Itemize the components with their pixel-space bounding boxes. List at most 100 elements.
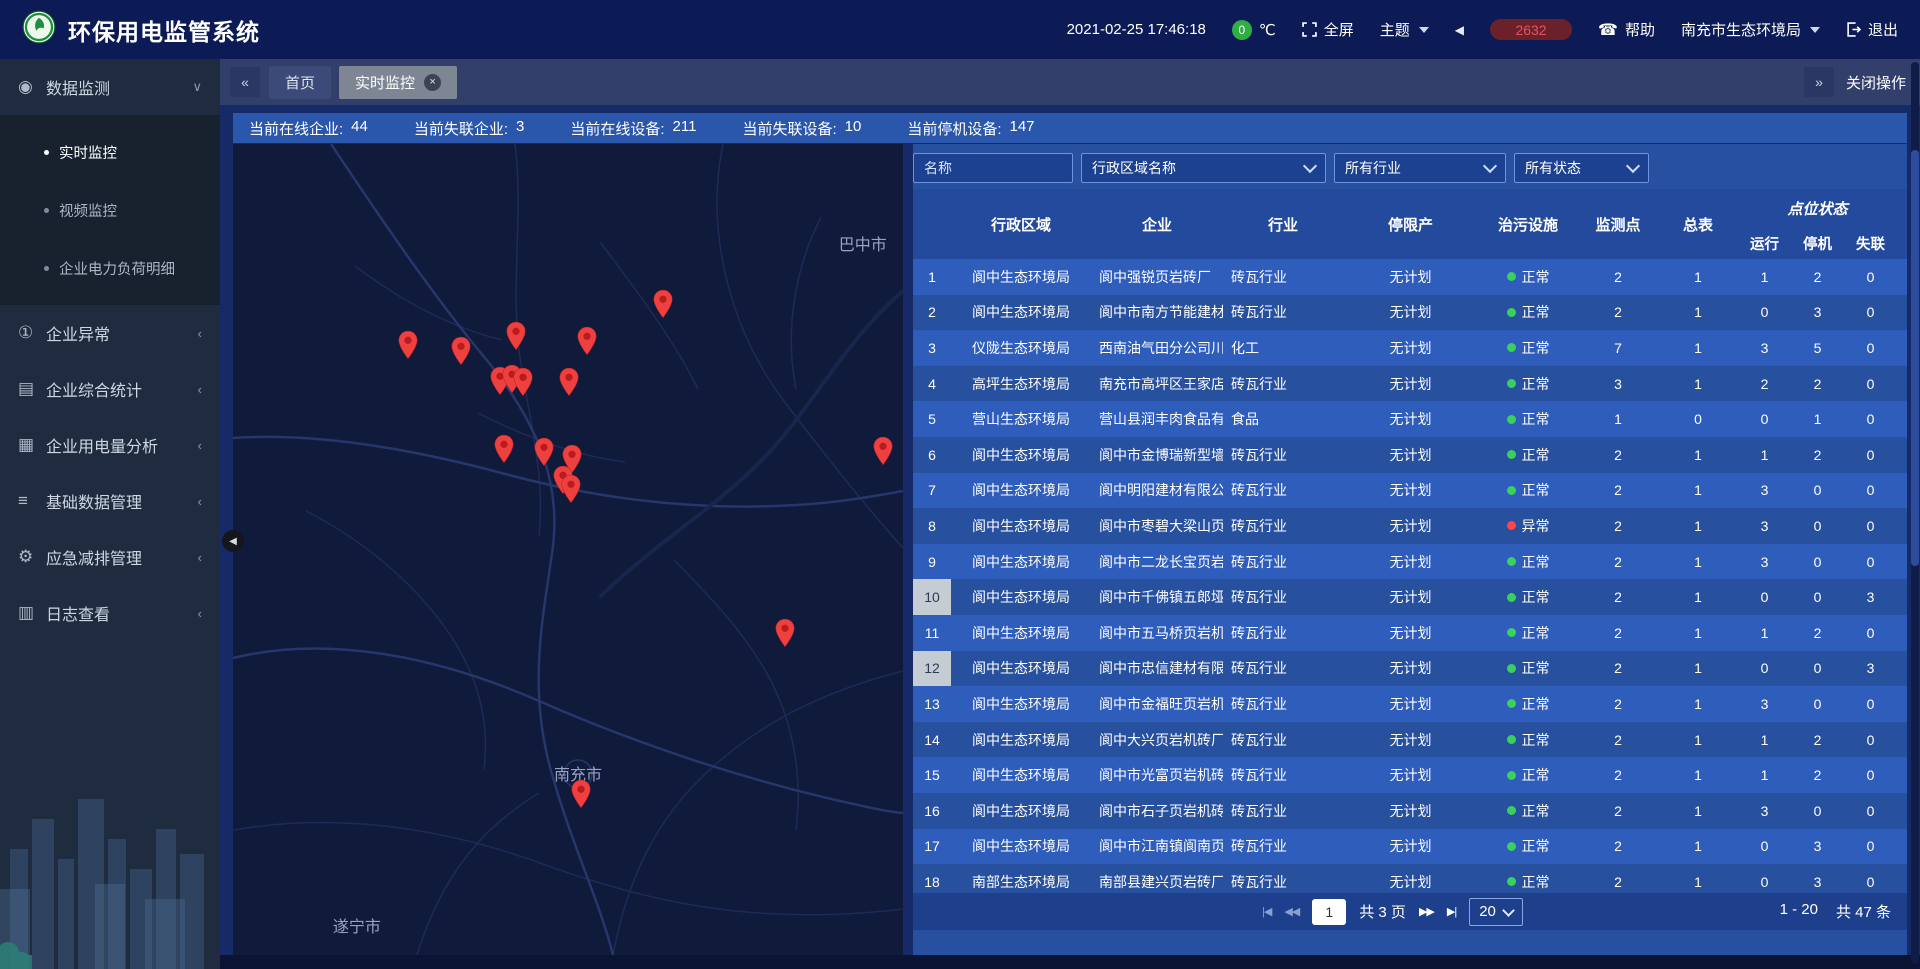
cell-filler [1897,829,1907,865]
sidebar-subitem-realtime-monitoring[interactable]: 实时监控 [0,123,220,181]
cell-lost: 0 [1844,401,1897,437]
map-pin-icon[interactable] [450,336,471,371]
report-icon: ▤ [18,379,46,399]
sidebar-item-enterprise-abnormal[interactable]: ①企业异常‹ [0,305,220,361]
sidebar-subitem-video-monitoring[interactable]: 视频监控 [0,181,220,239]
cell-stop: 0 [1791,473,1844,509]
tab-home[interactable]: 首页 [269,66,331,99]
stat-item: 当前在线设备:211 [570,118,696,139]
cell-lost: 0 [1844,793,1897,829]
tabs-scroll-right-button[interactable]: » [1804,67,1834,97]
table-row[interactable]: 11阆中生态环境局阆中市五马桥页岩机砖砖瓦行业无计划正常21120 [913,615,1907,651]
cell-company: 阆中市金福旺页岩机砖 [1091,686,1223,722]
name-filter-input[interactable] [913,153,1073,183]
table-row[interactable]: 8阆中生态环境局阆中市枣碧大梁山页岩砖瓦行业无计划异常21300 [913,508,1907,544]
cell-production: 无计划 [1343,686,1478,722]
table-row[interactable]: 17阆中生态环境局阆中市江南镇阆南页岩砖瓦行业无计划正常21030 [913,829,1907,865]
notification-badge[interactable]: 2632 [1490,19,1572,40]
page-size-select[interactable]: 20 [1469,898,1523,926]
map-pin-icon[interactable] [775,618,796,653]
industry-filter-select[interactable]: 所有行业 [1334,153,1506,183]
fullscreen-button[interactable]: 全屏 [1302,19,1354,40]
table-row[interactable]: 5营山生态环境局营山县润丰肉食品有限食品无计划正常10010 [913,401,1907,437]
next-page-button[interactable]: ▶▶ [1419,905,1434,918]
first-page-button[interactable]: |◀ [1262,905,1271,918]
cell-filler [1897,686,1907,722]
table-row[interactable]: 9阆中生态环境局阆中市二龙长宝页岩砖砖瓦行业无计划正常21300 [913,544,1907,580]
map-pin-icon[interactable] [397,330,418,365]
sidebar-item-enterprise-statistics[interactable]: ▤企业综合统计‹ [0,361,220,417]
map-pin-icon[interactable] [513,367,534,402]
cell-run: 1 [1738,722,1791,758]
table-row[interactable]: 18南部生态环境局南部县建兴页岩砖厂砖瓦行业无计划正常21030 [913,864,1907,893]
status-filter-select[interactable]: 所有状态 [1514,153,1649,183]
cell-company: 阆中大兴页岩机砖厂 [1091,722,1223,758]
region-filter-select[interactable]: 行政区域名称 [1081,153,1326,183]
tabs-scroll-left-button[interactable]: « [230,67,260,97]
sidebar-item-emergency-reduction[interactable]: ⚙应急减排管理‹ [0,529,220,585]
cell-production: 无计划 [1343,508,1478,544]
cell-monitor: 7 [1578,330,1658,366]
table-row[interactable]: 10阆中生态环境局阆中市千佛镇五郎垭页岩砖瓦行业无计划正常21003 [913,579,1907,615]
table-row[interactable]: 6阆中生态环境局阆中市金博瑞新型墙材砖瓦行业无计划正常21120 [913,437,1907,473]
table-row[interactable]: 12阆中生态环境局阆中市忠信建材有限公砖瓦行业无计划正常21003 [913,651,1907,687]
cell-total: 1 [1658,829,1738,865]
table-row[interactable]: 13阆中生态环境局阆中市金福旺页岩机砖砖瓦行业无计划正常21300 [913,686,1907,722]
table-row[interactable]: 14阆中生态环境局阆中大兴页岩机砖厂砖瓦行业无计划正常21120 [913,722,1907,758]
sidebar-item-data-monitoring[interactable]: ◉数据监测∨ [0,59,220,115]
cell-production: 无计划 [1343,295,1478,331]
map-pin-icon[interactable] [493,434,514,469]
map-collapse-button[interactable]: ◀ [222,530,244,552]
tab-realtime-monitoring[interactable]: 实时监控× [339,66,457,99]
map-pin-icon[interactable] [653,290,674,325]
cell-facility: 正常 [1478,579,1578,615]
cell-total: 1 [1658,864,1738,893]
stat-item: 当前失联设备:10 [742,118,861,139]
sidebar-item-power-usage-analysis[interactable]: ▦企业用电量分析‹ [0,417,220,473]
temperature: 0 ℃ [1232,20,1276,40]
cell-filler [1897,473,1907,509]
scrollbar-thumb[interactable] [1911,150,1919,566]
cell-company: 南充市高坪区王家店建 [1091,366,1223,402]
close-icon[interactable]: × [424,74,441,91]
sidebar-item-log-view[interactable]: ▥日志查看‹ [0,585,220,641]
cell-region: 阆中生态环境局 [951,829,1091,865]
table-row[interactable]: 4高坪生态环境局南充市高坪区王家店建砖瓦行业无计划正常31220 [913,366,1907,402]
enterprise-panel: 行政区域名称 所有行业 所有状态 行政区域企业行业停限 [913,144,1907,955]
logout-button[interactable]: 退出 [1846,19,1898,40]
cell-stop: 2 [1791,615,1844,651]
map-pin-icon[interactable] [570,779,591,814]
map-pin-icon[interactable] [558,367,579,402]
table-row[interactable]: 3仪陇生态环境局西南油气田分公司川中化工无计划正常71350 [913,330,1907,366]
org-dropdown[interactable]: 南充市生态环境局 [1681,19,1820,40]
col-header-filler [1897,189,1907,259]
cell-company: 阆中市金博瑞新型墙材 [1091,437,1223,473]
help-button[interactable]: ☎ 帮助 [1598,19,1655,40]
prev-page-button[interactable]: ◀◀ [1284,905,1299,918]
theme-dropdown[interactable]: 主题 [1380,19,1429,40]
last-page-button[interactable]: ▶| [1447,905,1456,918]
table-row[interactable]: 2阆中生态环境局阆中市南方节能建材有砖瓦行业无计划正常21030 [913,295,1907,331]
table-row[interactable]: 16阆中生态环境局阆中市石子页岩机砖厂砖瓦行业无计划正常21300 [913,793,1907,829]
vertical-scrollbar[interactable] [1911,62,1919,964]
map-panel[interactable]: 巴中市南充市遂宁市 ◀ [233,144,903,955]
cell-facility: 正常 [1478,295,1578,331]
map-pin-icon[interactable] [505,321,526,356]
page-number-input[interactable]: 1 [1312,899,1346,925]
cell-region: 阆中生态环境局 [951,508,1091,544]
map-pin-icon[interactable] [561,474,582,509]
map-pin-icon[interactable] [576,326,597,361]
cell-region: 高坪生态环境局 [951,366,1091,402]
close-operations-button[interactable]: 关闭操作 [1846,72,1906,93]
table-row[interactable]: 1阆中生态环境局阆中强锐页岩砖厂砖瓦行业无计划正常21120 [913,259,1907,295]
map-pin-icon[interactable] [872,436,893,471]
table-row[interactable]: 15阆中生态环境局阆中市光富页岩机砖厂砖瓦行业无计划正常21120 [913,757,1907,793]
sidebar-item-basic-data-management[interactable]: ≡基础数据管理‹ [0,473,220,529]
row-index: 14 [913,722,951,758]
status-dot-icon [1507,343,1516,352]
announcement-icon[interactable]: ◀ [1455,23,1464,37]
cell-stop: 3 [1791,295,1844,331]
sidebar-subitem-power-load-detail[interactable]: 企业电力负荷明细 [0,239,220,297]
cell-stop: 0 [1791,508,1844,544]
table-row[interactable]: 7阆中生态环境局阆中明阳建材有限公司砖瓦行业无计划正常21300 [913,473,1907,509]
